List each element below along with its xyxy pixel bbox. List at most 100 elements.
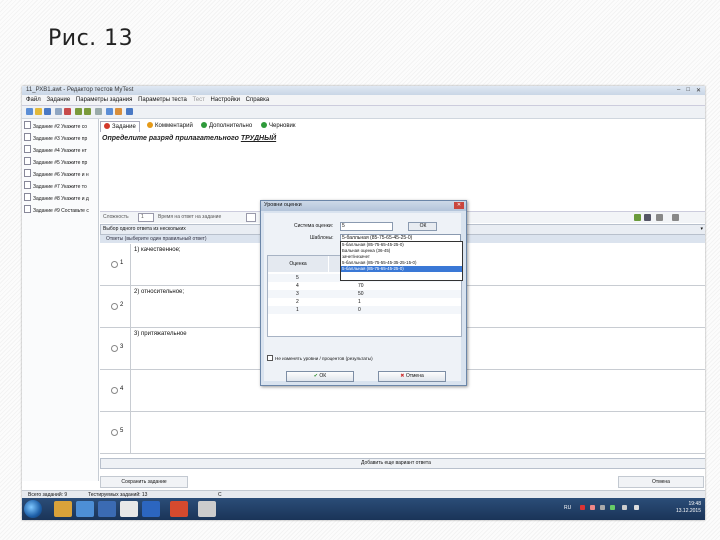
powerpoint-icon[interactable] [170,501,188,517]
system-input[interactable]: 5 [340,222,393,231]
start-button[interactable] [24,500,42,518]
time-checkbox[interactable] [246,213,256,222]
document-icon [24,169,31,177]
answer-text-box[interactable] [130,412,705,453]
close-icon[interactable]: ✕ [454,202,464,209]
explorer-icon[interactable] [54,501,72,517]
menu-task[interactable]: Задание [46,95,70,105]
tab-additional[interactable]: Дополнительно [198,121,255,131]
menu-task-params[interactable]: Параметры задания [76,95,133,105]
grid-icon[interactable] [106,108,113,115]
answer-radio[interactable] [111,261,118,268]
difficulty-label: Сложность [103,214,129,220]
minimize-button[interactable]: – [677,87,680,94]
grade-levels-dialog: Уровни оценки ✕ Система оценки: 5 ОК Шаб… [260,200,467,386]
question-editor[interactable] [100,133,705,208]
list-item[interactable]: Задание #6 Укажите и н [24,169,96,179]
tab-comment[interactable]: Комментарий [144,121,196,131]
list-item[interactable]: Задание #9 Составьте с [24,205,96,215]
word-icon[interactable] [98,501,116,517]
window-titlebar: 11_РХВ1.awt - Редактор тестов MyTest – □… [22,86,705,95]
table-row[interactable]: 4 70 [268,282,461,290]
filter-icon[interactable] [95,108,102,115]
template-dropdown-list: 5-балльная (85-75-65-45-25-0) Бальная оц… [340,241,463,281]
tray-icon[interactable] [600,505,605,510]
keep-levels-checkbox[interactable]: Не изменять уровни / процентов (результа… [267,355,373,361]
template-label: Шаблоны: [310,235,334,241]
new-icon[interactable] [26,108,33,115]
app-screenshot: 11_РХВ1.awt - Редактор тестов MyTest – □… [22,86,705,520]
menu-help[interactable]: Справка [246,95,270,105]
help-icon[interactable] [126,108,133,115]
close-button[interactable]: ✕ [696,87,701,94]
answer-radio[interactable] [111,303,118,310]
mail-icon[interactable] [198,501,216,517]
save-task-button[interactable]: Сохранить задание [100,476,188,488]
document-icon [24,193,31,201]
menu-settings[interactable]: Настройки [211,95,240,105]
plus-icon [201,122,207,128]
difficulty-select[interactable]: 1 [138,213,154,222]
camera-icon[interactable] [644,214,651,221]
up-icon[interactable] [75,108,82,115]
volume-icon[interactable] [634,505,639,510]
question-text: Определите разряд прилагательного ТРУДНЫ… [102,135,277,142]
checkbox-icon[interactable] [267,355,273,361]
toolbar [22,106,705,119]
list-item[interactable]: Задание #8 Укажите и д [24,193,96,203]
list-item[interactable]: Задание #2 Укажите со [24,121,96,131]
dialog-ok-button[interactable]: ✔ ОК [286,371,354,382]
pie-icon[interactable] [115,108,122,115]
dropdown-option-selected[interactable]: 5-балльная (85-75-65-45-25-0) [341,266,462,272]
menu-test-params[interactable]: Параметры теста [138,95,187,105]
table-row[interactable]: 21 [268,298,461,306]
document-icon [24,145,31,153]
down-icon[interactable] [84,108,91,115]
list-item[interactable]: Задание #7 Укажите то [24,181,96,191]
table-row[interactable]: 3 50 [268,290,461,298]
dialog-title: Уровни оценки [264,202,302,208]
tray-icon[interactable] [610,505,615,510]
system-label: Система оценки: [294,223,334,229]
clock[interactable]: 19:48 13.12.2015 [676,501,701,515]
chrome-icon[interactable] [76,501,94,517]
tab-task[interactable]: Задание [100,121,140,132]
add-task-icon[interactable] [55,108,62,115]
language-indicator[interactable]: RU [564,505,571,511]
network-icon[interactable] [622,505,627,510]
dialog-titlebar: Уровни оценки ✕ [261,201,466,211]
picture-icon[interactable] [634,214,641,221]
open-icon[interactable] [35,108,42,115]
list-item[interactable]: Задание #4 Укажите нт [24,145,96,155]
answer-radio[interactable] [111,429,118,436]
save-icon[interactable] [44,108,51,115]
document-icon [24,121,31,129]
slide-title: Рис. 13 [48,26,134,51]
window-title: 11_РХВ1.awt - Редактор тестов MyTest [26,87,134,93]
attach-icon[interactable] [656,214,663,221]
calculator-icon[interactable] [120,501,138,517]
maximize-button[interactable]: □ [686,87,690,94]
document-icon [24,181,31,189]
tray-icon[interactable] [580,505,585,510]
menu-test[interactable]: Тест [192,95,204,105]
mytest-icon[interactable] [142,501,160,517]
menu-file[interactable]: Файл [26,95,41,105]
tray-icon[interactable] [590,505,595,510]
column-header-grade: Оценка [268,256,328,272]
tab-draft[interactable]: Черновик [258,121,299,131]
dialog-cancel-button[interactable]: ✖ Отмена [378,371,446,382]
delete-task-icon[interactable] [64,108,71,115]
document-icon [24,133,31,141]
dialog-body: Система оценки: 5 ОК Шаблоны: 5-балльная… [264,213,463,382]
sound-icon[interactable] [672,214,679,221]
answer-radio[interactable] [111,387,118,394]
table-row[interactable]: 10 [268,306,461,314]
taskbar: RU 19:48 13.12.2015 [22,498,705,520]
list-item[interactable]: Задание #5 Укажите пр [24,157,96,167]
list-item[interactable]: Задание #3 Укажите пр [24,133,96,143]
add-answer-button[interactable]: Добавить еще вариант ответа [100,458,705,469]
answer-radio[interactable] [111,345,118,352]
cancel-button[interactable]: Отмена [618,476,704,488]
apply-button[interactable]: ОК [408,222,437,231]
